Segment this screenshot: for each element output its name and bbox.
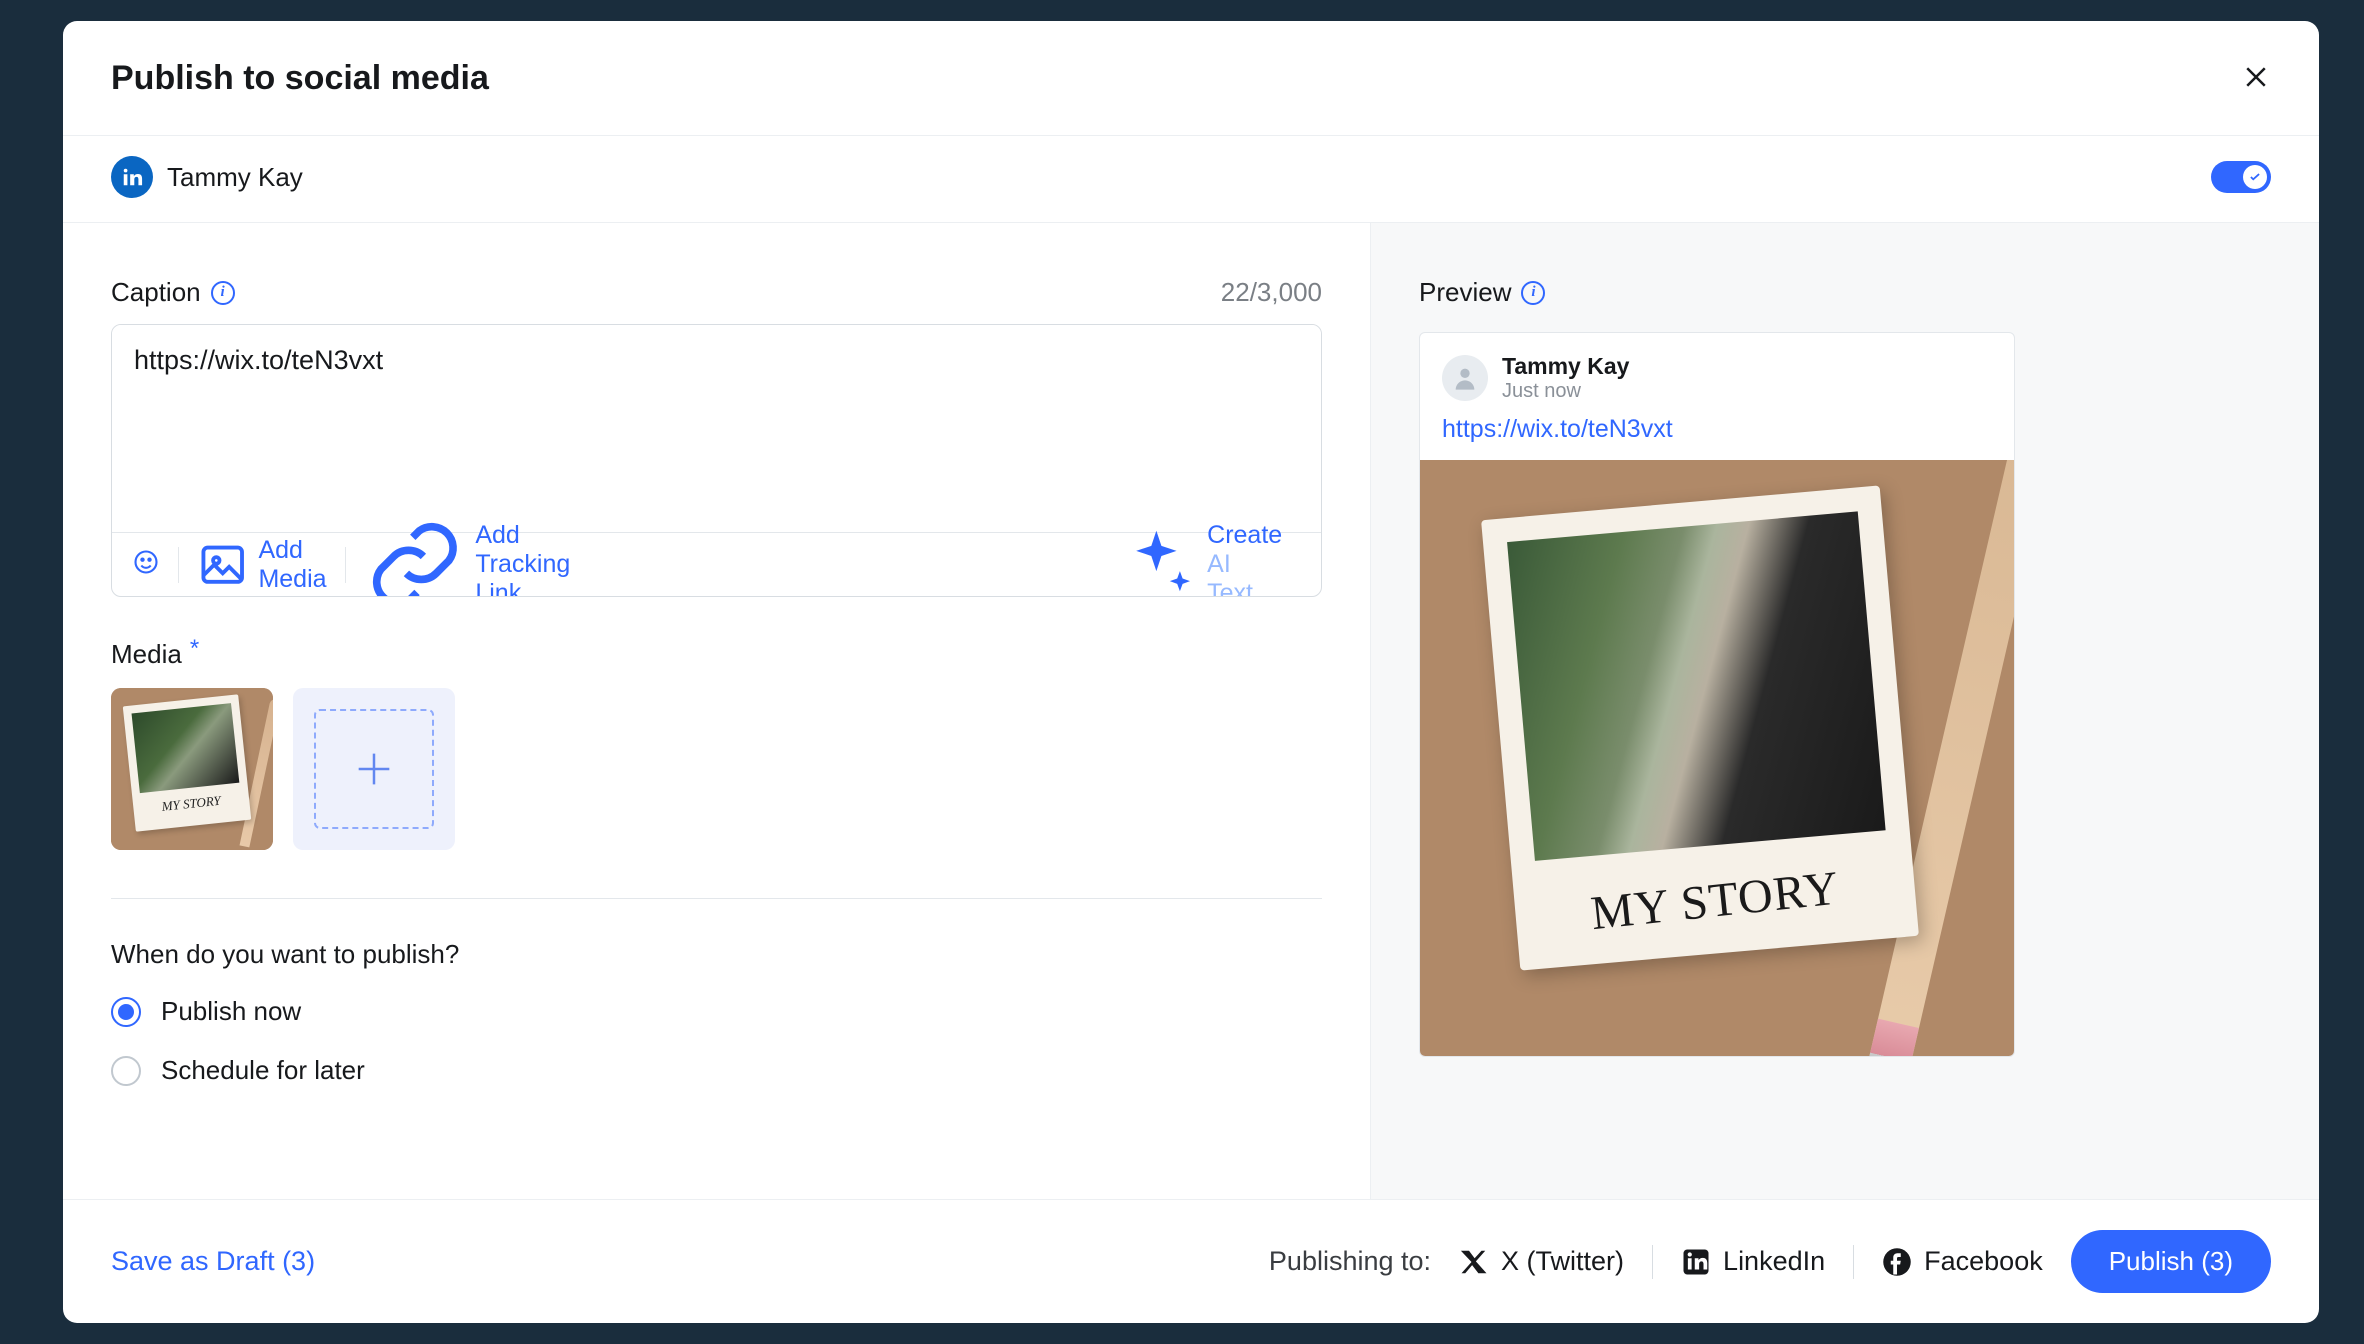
save-draft-button[interactable]: Save as Draft (3) — [111, 1246, 315, 1277]
emoji-icon — [132, 548, 160, 576]
account-info: Tammy Kay — [111, 156, 303, 198]
preview-time: Just now — [1502, 380, 1629, 403]
radio-checked — [111, 997, 141, 1027]
platform-facebook: Facebook — [1882, 1246, 2043, 1277]
media-label-text: Media — [111, 639, 182, 670]
account-name: Tammy Kay — [167, 162, 303, 193]
account-toggle[interactable] — [2211, 161, 2271, 193]
publishing-to-label: Publishing to: — [1269, 1246, 1431, 1277]
x-twitter-icon — [1459, 1247, 1489, 1277]
caption-row-header: Caption i 22/3,000 — [111, 277, 1322, 308]
emoji-button[interactable] — [132, 548, 178, 581]
preview-panel: Preview i Tammy Kay Just now https://wix… — [1370, 223, 2319, 1199]
preview-user-name: Tammy Kay — [1502, 353, 1629, 380]
close-icon — [2241, 62, 2271, 92]
add-tracking-link-button[interactable]: Add Tracking Link — [346, 514, 591, 597]
modal-header: Publish to social media — [63, 21, 2319, 136]
radio-unchecked — [111, 1056, 141, 1086]
add-media-inner — [314, 709, 434, 829]
divider — [111, 898, 1322, 899]
preview-label: Preview i — [1419, 277, 2271, 308]
schedule-label: When do you want to publish? — [111, 939, 1322, 970]
separator — [1853, 1245, 1854, 1279]
editor-panel: Caption i 22/3,000 Add Media — [63, 223, 1370, 1199]
required-indicator: * — [190, 635, 199, 663]
caption-input[interactable] — [112, 325, 1321, 527]
preview-card: Tammy Kay Just now https://wix.to/teN3vx… — [1419, 332, 2015, 1057]
platform-facebook-label: Facebook — [1924, 1246, 2043, 1277]
preview-image: MY STORY — [1420, 460, 2014, 1056]
add-media-tile[interactable] — [293, 688, 455, 850]
separator — [1652, 1245, 1653, 1279]
publish-now-label: Publish now — [161, 996, 301, 1027]
publish-modal: Publish to social media Tammy Kay Captio… — [63, 21, 2319, 1323]
media-label: Media * — [111, 639, 1322, 670]
close-button[interactable] — [2241, 57, 2271, 99]
add-media-button[interactable]: Add Media — [179, 536, 345, 594]
avatar — [1442, 355, 1488, 401]
link-icon — [364, 514, 466, 597]
create-ai-label: Create AI Text — [1207, 521, 1283, 597]
platform-linkedin-label: LinkedIn — [1723, 1246, 1825, 1277]
sparkle-icon — [1116, 524, 1197, 597]
linkedin-icon — [1681, 1247, 1711, 1277]
add-tracking-label: Add Tracking Link — [475, 521, 572, 597]
info-icon[interactable]: i — [1521, 281, 1545, 305]
create-ai-text-button[interactable]: Create AI Text — [1098, 521, 1301, 597]
account-bar: Tammy Kay — [63, 136, 2319, 223]
preview-link: https://wix.to/teN3vxt — [1420, 415, 2014, 460]
modal-footer: Save as Draft (3) Publishing to: X (Twit… — [63, 1199, 2319, 1323]
add-media-label: Add Media — [258, 536, 326, 594]
plus-icon — [351, 746, 397, 792]
toggle-knob — [2243, 165, 2267, 189]
modal-title: Publish to social media — [111, 59, 489, 98]
info-icon[interactable]: i — [211, 281, 235, 305]
caption-toolbar: Add Media Add Tracking Link Create AI Te… — [112, 532, 1321, 596]
preview-header: Tammy Kay Just now — [1420, 333, 2014, 415]
publish-now-option[interactable]: Publish now — [111, 996, 1322, 1027]
facebook-icon — [1882, 1247, 1912, 1277]
caption-box: Add Media Add Tracking Link Create AI Te… — [111, 324, 1322, 597]
media-thumbnails: MY STORY — [111, 688, 1322, 850]
media-section: Media * MY STORY — [111, 639, 1322, 850]
caption-label: Caption i — [111, 277, 235, 308]
person-icon — [1451, 364, 1479, 392]
preview-label-text: Preview — [1419, 277, 1511, 308]
char-count: 22/3,000 — [1221, 277, 1322, 308]
modal-body: Caption i 22/3,000 Add Media — [63, 223, 2319, 1199]
preview-user-meta: Tammy Kay Just now — [1502, 353, 1629, 403]
thumbnail-image: MY STORY — [111, 688, 273, 850]
platform-twitter-label: X (Twitter) — [1501, 1246, 1624, 1277]
media-thumbnail[interactable]: MY STORY — [111, 688, 273, 850]
footer-right: Publishing to: X (Twitter) LinkedIn Face… — [1269, 1230, 2271, 1293]
image-icon — [197, 539, 248, 590]
schedule-later-option[interactable]: Schedule for later — [111, 1055, 1322, 1086]
schedule-later-label: Schedule for later — [161, 1055, 365, 1086]
caption-label-text: Caption — [111, 277, 201, 308]
publish-button[interactable]: Publish (3) — [2071, 1230, 2271, 1293]
platform-twitter: X (Twitter) — [1459, 1246, 1624, 1277]
polaroid-caption: MY STORY — [1537, 855, 1893, 946]
platform-linkedin: LinkedIn — [1681, 1246, 1825, 1277]
linkedin-icon — [111, 156, 153, 198]
